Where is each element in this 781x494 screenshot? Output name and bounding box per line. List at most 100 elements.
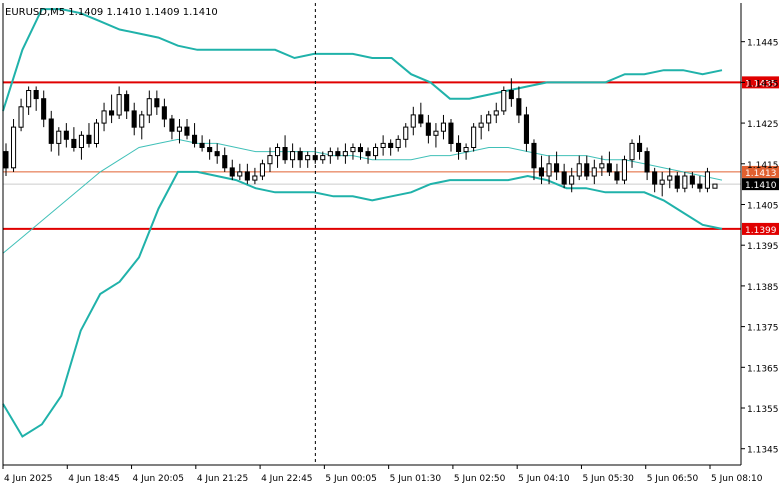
candle-body-bear — [184, 126, 190, 136]
chart-title: EURUSD,M5 1.1409 1.1410 1.1409 1.1410 — [5, 7, 218, 18]
candle-body-bear — [207, 147, 213, 153]
candle-body-bull — [410, 114, 416, 128]
candle-body-bull — [56, 130, 62, 144]
candlestick-chart: 1.14351.14131.13991.1410 1.14451.14351.1… — [0, 0, 781, 489]
candle-body-bear — [229, 167, 235, 177]
candle — [712, 183, 718, 189]
candle-body-bear — [33, 90, 39, 100]
candle — [11, 119, 17, 172]
candle-body-bull — [275, 147, 281, 157]
candle-body-bear — [508, 90, 514, 100]
candle-body-bear — [199, 142, 205, 148]
candle-body-bear — [584, 163, 590, 177]
candle-body-bull — [712, 183, 718, 189]
candle-body-bull — [493, 110, 499, 116]
x-tick-label: 4 Jun 2025 — [4, 474, 52, 484]
candle-body-bull — [26, 90, 32, 108]
candle — [471, 123, 477, 152]
candle-body-bull — [176, 126, 182, 132]
candle-body-bear — [222, 155, 228, 169]
candle-body-bear — [516, 98, 522, 116]
current-price-label: 1.1410 — [745, 181, 777, 191]
x-tick-label: 4 Jun 21:25 — [197, 474, 248, 484]
x-tick-label: 5 Jun 08:10 — [711, 474, 763, 484]
candle-body-bear — [109, 110, 115, 116]
candle — [621, 155, 628, 185]
candle-body-bear — [169, 118, 175, 132]
candle-body-bull — [78, 134, 85, 149]
candle-body-bull — [146, 98, 152, 116]
candle — [93, 119, 100, 148]
candle-body-bull — [599, 163, 605, 169]
candle-body-bull — [93, 122, 100, 144]
candle-body-bull — [576, 163, 582, 177]
candle-body-bull — [18, 106, 24, 128]
y-tick-label: 1.1375 — [747, 324, 779, 334]
candle-body-bull — [380, 142, 386, 148]
x-tick-label: 4 Jun 20:05 — [133, 474, 184, 484]
candle-body-bear — [48, 118, 54, 144]
candle-body-bull — [463, 147, 469, 153]
x-tick-label: 5 Jun 01:30 — [390, 474, 442, 484]
candle-body-bull — [342, 151, 348, 157]
candle-body-bull — [290, 151, 296, 161]
candle-body-bear — [674, 175, 680, 189]
candle-body-bear — [124, 94, 130, 112]
candle-body-bull — [252, 175, 258, 181]
y-tick-label: 1.1395 — [747, 242, 779, 252]
candle-body-bull — [373, 147, 379, 157]
candle-body-bear — [86, 134, 92, 144]
candle-body-bear — [214, 151, 220, 157]
candle-body-bull — [501, 90, 507, 112]
y-tick-label: 1.1405 — [747, 201, 779, 211]
candle-body-bear — [448, 122, 454, 144]
candle-body-bull — [267, 155, 273, 165]
candle-body-bull — [395, 138, 401, 148]
candle-body-bear — [282, 147, 288, 161]
candle-body-bull — [621, 159, 628, 181]
x-tick-label: 5 Jun 05:30 — [582, 474, 634, 484]
chart-background — [0, 0, 781, 489]
candle-body-bear — [131, 110, 137, 128]
candle-body-bull — [478, 122, 484, 128]
candle-body-bull — [667, 175, 673, 181]
y-tick-label: 1.1365 — [747, 364, 779, 374]
level-price-label: 1.1399 — [745, 226, 777, 236]
candle-body-bull — [327, 151, 333, 157]
y-tick-label: 1.1415 — [747, 161, 779, 171]
x-tick-label: 5 Jun 02:50 — [454, 474, 506, 484]
candle-body-bull — [11, 126, 17, 169]
candle-body-bull — [350, 147, 356, 153]
x-tick-label: 5 Jun 00:05 — [325, 474, 376, 484]
y-tick-label: 1.1345 — [747, 446, 779, 456]
candle-body-bull — [139, 114, 145, 128]
candle-body-bear — [418, 114, 424, 124]
candle-body-bear — [154, 98, 160, 108]
candle-body-bull — [629, 142, 635, 161]
candle-body-bull — [433, 130, 439, 136]
y-tick-label: 1.1435 — [747, 79, 779, 89]
candle-body-bull — [682, 175, 688, 189]
candle-body-bear — [523, 114, 530, 144]
candle-body-bull — [101, 110, 107, 124]
candle-body-bull — [471, 126, 477, 148]
candle-body-bear — [697, 183, 703, 189]
candle-body-bull — [320, 155, 326, 161]
candle-body-bear — [561, 171, 567, 185]
candle-body-bear — [63, 130, 69, 140]
candle-body-bull — [440, 122, 446, 132]
candle-body-bull — [237, 171, 243, 177]
x-tick-label: 4 Jun 22:45 — [261, 474, 312, 484]
candle-body-bear — [614, 171, 620, 181]
candle-body-bear — [365, 151, 371, 157]
candle-body-bear — [161, 106, 167, 120]
chart-container: 1.1435 1.1413 1.1399 1.1410 1.1445 1.1435 1.1… — [0, 0, 781, 489]
candle-body-bear — [652, 171, 658, 185]
candle-body-bull — [486, 114, 492, 124]
candle-body-bear — [531, 142, 537, 169]
x-tick-label: 5 Jun 04:10 — [518, 474, 570, 484]
candle-body-bull — [403, 126, 409, 140]
candle-body-bear — [644, 151, 650, 173]
x-tick-label: 5 Jun 06:50 — [647, 474, 699, 484]
candle-body-bear — [388, 142, 394, 148]
